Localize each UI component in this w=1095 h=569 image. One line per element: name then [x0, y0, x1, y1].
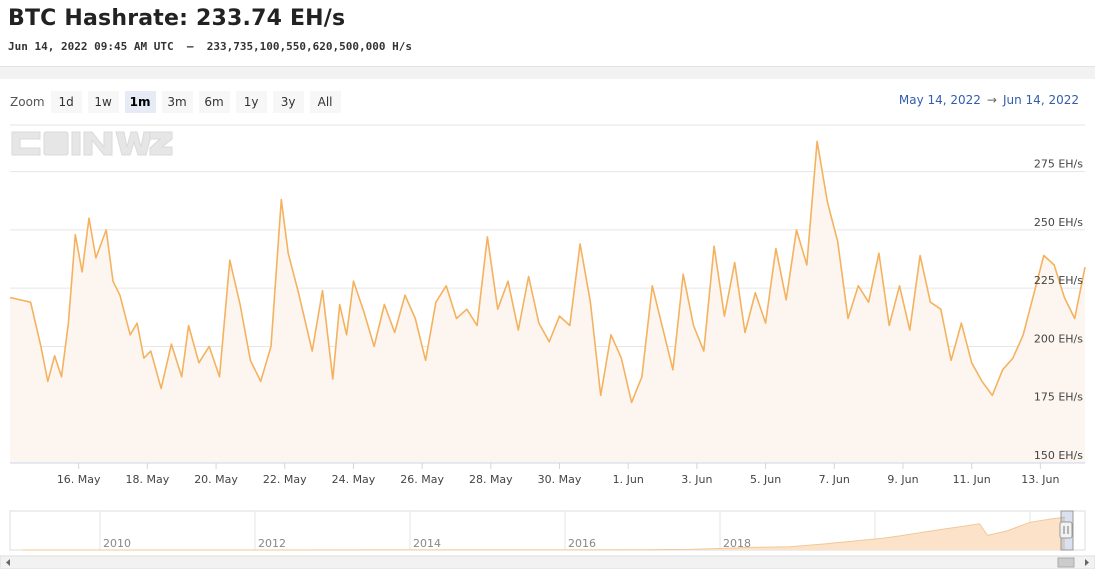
navigator-frame — [9, 510, 1086, 551]
x-tick-label: 13. Jun — [1021, 473, 1059, 486]
hashrate-subtitle: Jun 14, 2022 09:45 AM UTC – 233,735,100,… — [8, 40, 412, 53]
zoom-button-1w[interactable]: 1w — [87, 91, 119, 113]
navigator-handle[interactable] — [1059, 521, 1073, 539]
navigator-selection — [1060, 510, 1074, 551]
range-to-input[interactable]: Jun 14, 2022 — [1003, 93, 1079, 107]
navigator-tick-label: 2020 — [878, 537, 906, 550]
zoom-button-6m[interactable]: 6m — [198, 91, 230, 113]
navigator-line — [22, 516, 1065, 551]
coinwarz-watermark — [11, 131, 173, 156]
zoom-button-all[interactable]: All — [309, 91, 341, 113]
page-header: BTC Hashrate: 233.74 EH/s Jun 14, 2022 0… — [0, 0, 1095, 66]
zoom-toolbar: Zoom 1d 1w 1m 3m 6m 1y 3y All — [0, 90, 347, 114]
zoom-button-3y[interactable]: 3y — [272, 91, 304, 113]
x-tick-label: 11. Jun — [953, 473, 991, 486]
navigator-tick-label: 2022 — [1033, 537, 1061, 550]
x-tick-label: 9. Jun — [887, 473, 918, 486]
header-divider-band — [0, 66, 1095, 79]
range-arrow-icon: → — [986, 93, 997, 107]
hashrate-full-value: 233,735,100,550,620,500,000 H/s — [206, 40, 413, 53]
y-tick-label: 250 EH/s — [1034, 216, 1083, 229]
x-tick-label: 22. May — [263, 473, 307, 486]
y-tick-label: 225 EH/s — [1034, 274, 1083, 287]
scrollbar-thumb[interactable] — [1057, 557, 1075, 568]
x-tick-label: 26. May — [400, 473, 444, 486]
x-tick-label: 5. Jun — [750, 473, 781, 486]
plot-area — [9, 140, 1086, 464]
hashrate-chart[interactable]: 150 EH/s 175 EH/s 200 EH/s 225 EH/s 250 EH/s… — [0, 0, 1095, 569]
navigator-tick-label: 2014 — [413, 537, 441, 550]
y-axis: 150 EH/s 175 EH/s 200 EH/s 225 EH/s 250 EH/s… — [1034, 158, 1083, 462]
series-line-hashrate — [9, 140, 1086, 404]
navigator-area — [22, 517, 1065, 550]
zoom-button-1m[interactable]: 1m — [124, 91, 156, 113]
scroll-left-icon[interactable] — [6, 559, 10, 566]
navigator[interactable]: 2010 2012 2014 2016 2018 2020 2022 — [0, 510, 1095, 569]
zoom-label: Zoom — [10, 95, 45, 109]
zoom-button-1y[interactable]: 1y — [235, 91, 267, 113]
x-tick-label: 28. May — [469, 473, 513, 486]
chart-grid — [10, 124, 1085, 464]
page-title: BTC Hashrate: 233.74 EH/s — [8, 6, 346, 31]
y-tick-label: 150 EH/s — [1034, 449, 1083, 462]
y-tick-label: 200 EH/s — [1034, 332, 1083, 345]
x-tick-label: 24. May — [332, 473, 376, 486]
zoom-button-3m[interactable]: 3m — [161, 91, 193, 113]
navigator-scrollbar — [0, 555, 1095, 569]
navigator-tick-label: 2010 — [103, 537, 131, 550]
y-tick-label: 175 EH/s — [1034, 391, 1083, 404]
x-tick-label: 20. May — [194, 473, 238, 486]
timestamp: Jun 14, 2022 09:45 AM UTC — [8, 40, 174, 53]
x-tick-label: 1. Jun — [613, 473, 644, 486]
date-range: May 14, 2022 → Jun 14, 2022 — [899, 93, 1079, 107]
y-tick-label: 275 EH/s — [1034, 158, 1083, 171]
x-tick-label: 30. May — [538, 473, 582, 486]
range-from-input[interactable]: May 14, 2022 — [899, 93, 981, 107]
navigator-tick-label: 2012 — [258, 537, 286, 550]
series-area-fill — [10, 141, 1085, 464]
x-tick-label: 16. May — [57, 473, 101, 486]
x-tick-label: 18. May — [126, 473, 170, 486]
zoom-button-1d[interactable]: 1d — [50, 91, 82, 113]
x-tick-label: 3. Jun — [681, 473, 712, 486]
x-tick-label: 7. Jun — [819, 473, 850, 486]
scroll-right-icon[interactable] — [1085, 559, 1089, 566]
x-axis: 16. May 18. May 20. May 22. May 24. May 26. M… — [10, 462, 1085, 486]
separator: – — [186, 40, 194, 53]
navigator-tick-label: 2018 — [723, 537, 751, 550]
navigator-tick-label: 2016 — [568, 537, 596, 550]
